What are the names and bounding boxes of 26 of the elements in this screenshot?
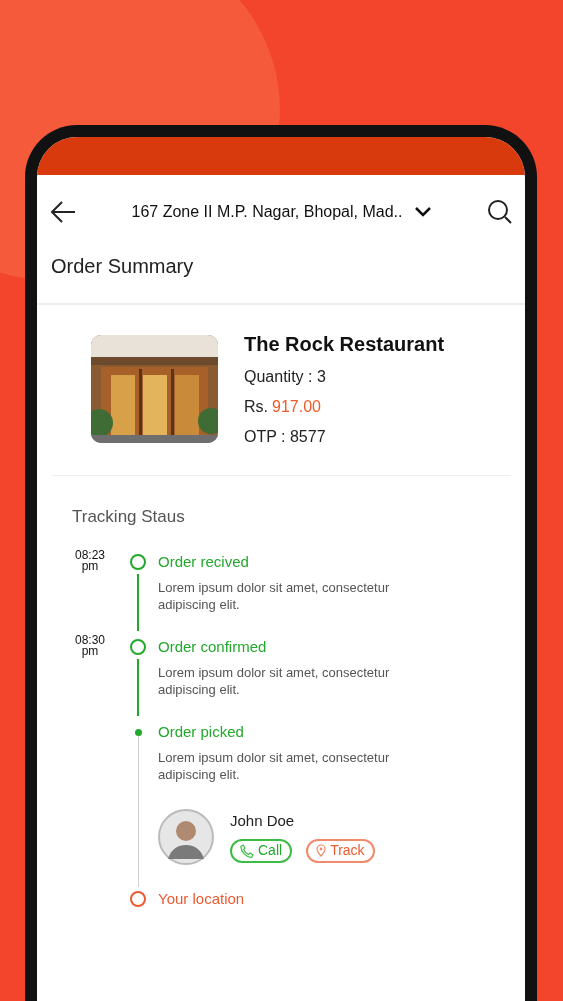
- page-title: Order Summary: [50, 254, 195, 279]
- courier-name: John Doe: [230, 811, 296, 832]
- step-description: Lorem ipsum dolor sit amet, consectetur adipiscing elit.: [158, 748, 391, 783]
- time-label: 08:23 pm: [74, 549, 106, 572]
- quantity-text: Quantity : 3: [244, 367, 327, 387]
- location-pin-icon: [316, 844, 327, 858]
- search-icon[interactable]: [487, 199, 513, 225]
- back-arrow-icon[interactable]: [49, 200, 77, 224]
- phone-icon: [240, 843, 254, 858]
- track-button[interactable]: Track: [306, 838, 375, 863]
- step-description: Lorem ipsum dolor sit amet, consectetur adipiscing elit.: [158, 663, 391, 698]
- step-title: Order confirmed: [158, 636, 268, 657]
- step-description: Lorem ipsum dolor sit amet, consectetur adipiscing elit.: [158, 578, 391, 613]
- restaurant-name: The Rock Restaurant: [244, 332, 445, 357]
- section-title: Tracking Staus: [72, 506, 186, 528]
- price-label: Rs.: [244, 397, 268, 417]
- avatar: [158, 808, 214, 865]
- call-button[interactable]: Call: [230, 838, 293, 863]
- chevron-down-icon: [414, 206, 433, 218]
- step-title: Order picked: [158, 721, 245, 742]
- price-text: 917.00: [272, 397, 321, 417]
- step-title: Order recived: [158, 551, 250, 572]
- otp-text: OTP : 8577: [244, 427, 327, 447]
- address-dropdown[interactable]: 167 Zone II M.P. Nagar, Bhopal, Mad..: [85, 200, 479, 224]
- time-label: 08:30 pm: [74, 634, 106, 657]
- step-title: Your location: [158, 888, 245, 909]
